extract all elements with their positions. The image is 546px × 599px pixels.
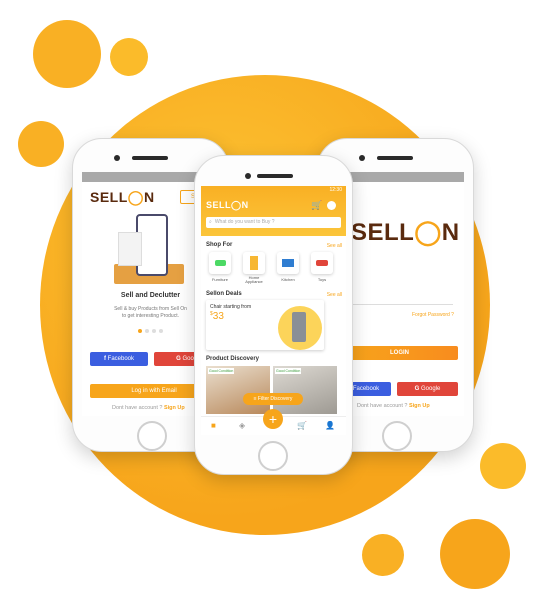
deal-title: Chair starting from [210,304,252,310]
category-label: Toys [317,277,327,282]
front-camera [359,155,365,161]
deal-card[interactable]: Chair starting from $33 [206,300,324,350]
tag-icon[interactable]: ◈ [239,421,245,430]
see-all-link[interactable]: See all [327,243,342,249]
signup-link[interactable]: Sign Up [164,405,185,411]
front-camera [114,155,120,161]
condition-badge: Good Condition [208,368,235,374]
app-logo: SELL◯N [206,200,249,210]
bag-icon[interactable]: ■ [211,421,216,430]
password-field[interactable]: ord [341,292,453,305]
forgot-password-link[interactable]: Forgot Password ? [412,312,454,318]
signup-link[interactable]: Sign Up [409,403,430,409]
speaker [377,156,413,160]
decor-dot-1 [33,20,101,88]
page-indicator [138,329,168,333]
home-button [382,421,412,451]
speaker [257,174,293,178]
status-time: 12:30 [329,187,342,193]
page-dot [159,329,163,333]
page-dot [152,329,156,333]
avatar[interactable] [327,201,336,210]
profile-icon[interactable]: 👤 [325,421,335,430]
category-kitchen[interactable] [277,252,299,274]
decor-dot-3 [18,121,64,167]
home-button [258,441,288,471]
category-label: Home Appliance [245,275,263,284]
toy-car-icon [316,260,328,266]
condition-badge: Good Condition [275,368,302,374]
category-label: Kitchen [281,277,295,282]
bulb-icon: ◯ [127,189,144,205]
shop-for-title: Shop For [206,242,233,248]
category-home-appliance[interactable] [243,252,265,274]
deals-title: Sellon Deals [206,291,242,297]
cart-icon[interactable]: 🛒 [297,421,307,430]
front-camera [245,173,251,179]
decor-dot-2 [110,38,148,76]
kitchen-icon [282,259,294,267]
app-header: 12:30 SELL◯N 🛒 ⌕ What do you want to Buy … [201,186,346,236]
search-icon: ⌕ [209,219,212,225]
app-logo: SELL◯N [351,219,460,246]
center-screen: 12:30 SELL◯N 🛒 ⌕ What do you want to Buy … [201,186,346,435]
bottom-nav: ■ ◈ + 🛒 👤 [201,409,346,435]
google-button[interactable]: G Google [397,382,458,396]
category-toys[interactable] [311,252,333,274]
search-input[interactable]: ⌕ What do you want to Buy ? [206,217,341,228]
facebook-button[interactable]: f Facebook [90,352,148,366]
page-dot [145,329,149,333]
decor-dot-5 [362,534,404,576]
decor-dot-6 [440,519,510,589]
bulb-icon: ◯ [231,200,242,210]
discovery-card[interactable]: Good Condition [273,366,337,414]
deal-price: $33 [210,311,224,322]
sofa-icon [215,260,226,266]
login-button[interactable]: LOGIN [341,346,458,360]
sell-illustration [110,210,190,284]
signup-prompt: Dont have account ? Sign Up [112,405,185,411]
illustration-panel [118,232,142,266]
app-logo: SELL◯N [90,189,155,205]
discovery-card[interactable]: Good Condition [206,366,270,414]
category-label: Furniture [211,277,228,282]
appliance-icon [250,256,258,270]
chair-image [292,312,306,342]
cart-icon[interactable]: 🛒 [311,200,322,211]
speaker [132,156,168,160]
center-phone: 12:30 SELL◯N 🛒 ⌕ What do you want to Buy … [194,155,353,475]
see-all-link[interactable]: See all [327,292,342,298]
signup-prompt: Dont have account ? Sign Up [357,403,430,409]
category-furniture[interactable] [209,252,231,274]
page-dot-active [138,329,142,333]
discovery-title: Product Discovery [206,356,260,362]
home-button [137,421,167,451]
filter-discovery-button[interactable]: ≡ Filter Discovery [243,393,303,405]
bulb-icon: ◯ [414,219,442,246]
add-icon[interactable]: + [263,409,283,429]
decor-dot-4 [480,443,526,489]
